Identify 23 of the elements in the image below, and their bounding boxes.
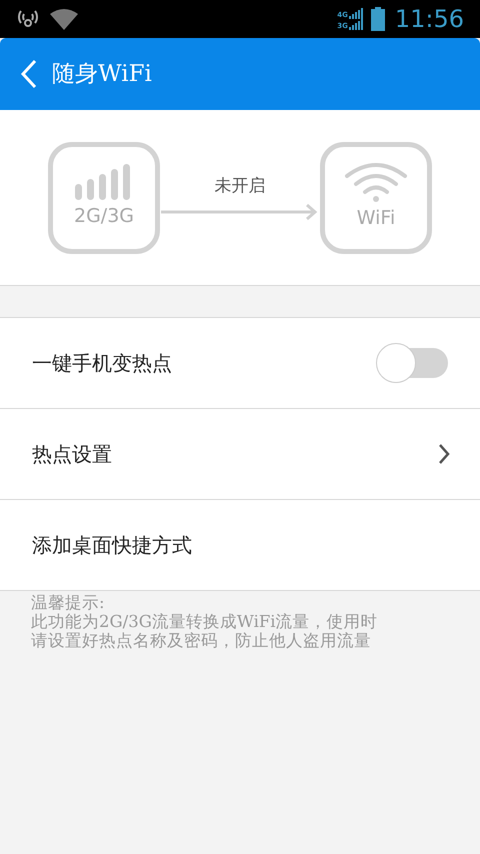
settings-row[interactable]: 热点设置 — [0, 409, 480, 500]
back-icon[interactable] — [20, 59, 38, 89]
tip-title: 温馨提示: — [31, 593, 106, 612]
network-label: 2G/3G — [74, 204, 134, 230]
settings-row[interactable]: 添加桌面快捷方式 — [0, 500, 480, 591]
toggle-switch[interactable] — [376, 343, 450, 383]
chevron-right-icon — [438, 443, 450, 465]
hotspot-icon — [16, 8, 40, 30]
row-label: 添加桌面快捷方式 — [32, 532, 193, 559]
battery-icon — [370, 7, 385, 31]
wifi-label: WiFi — [356, 206, 396, 232]
wifi-unknown-icon — [50, 8, 78, 30]
settings-row[interactable]: 一键手机变热点 — [0, 318, 480, 409]
signal-icon — [348, 8, 363, 19]
status-time: 11:56 — [394, 7, 464, 31]
screen-title: 随身WiFi — [52, 60, 152, 89]
signal-icon — [348, 19, 363, 30]
wifi-icon — [344, 162, 408, 202]
hotspot-status: 未开启 — [214, 174, 266, 198]
row-label: 热点设置 — [32, 441, 113, 468]
tip-text: 此功能为2G/3G流量转换成WiFi流量，使用时 — [31, 612, 379, 631]
row-label: 一键手机变热点 — [32, 350, 173, 377]
tip-text: 请设置好热点名称及密码，防止他人盗用流量 — [31, 631, 372, 650]
